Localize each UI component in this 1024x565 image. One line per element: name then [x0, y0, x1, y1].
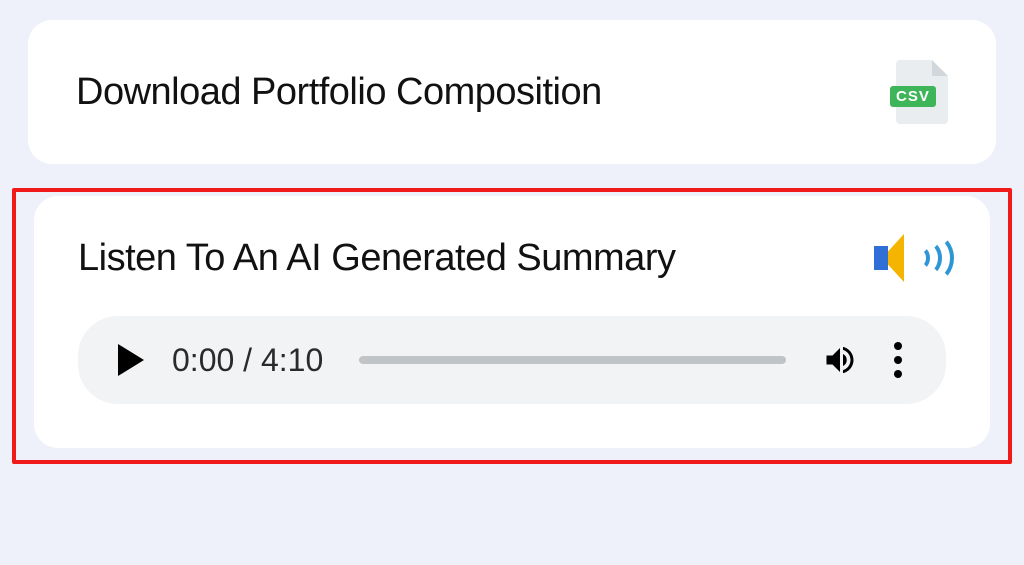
audio-time-display: 0:00 / 4:10 — [172, 342, 323, 379]
summary-highlight-box: Listen To An AI Generated Summary 0:00 /… — [12, 188, 1012, 464]
download-card-title: Download Portfolio Composition — [76, 71, 602, 114]
speaker-body-icon — [874, 234, 914, 282]
summary-card-row: Listen To An AI Generated Summary — [78, 232, 946, 284]
audio-more-menu[interactable] — [886, 338, 910, 382]
volume-button[interactable] — [822, 342, 858, 378]
audio-player: 0:00 / 4:10 — [78, 316, 946, 404]
summary-card-title: Listen To An AI Generated Summary — [78, 237, 675, 280]
speaker-icon — [874, 232, 946, 284]
csv-icon-fold — [932, 60, 948, 76]
download-card-row: Download Portfolio Composition CSV — [76, 60, 948, 124]
audio-current-time: 0:00 — [172, 342, 234, 378]
csv-file-icon[interactable]: CSV — [896, 60, 948, 124]
sound-waves-icon — [916, 234, 944, 282]
audio-time-separator: / — [234, 342, 261, 378]
download-portfolio-card[interactable]: Download Portfolio Composition CSV — [28, 20, 996, 164]
ai-summary-card: Listen To An AI Generated Summary 0:00 /… — [34, 196, 990, 448]
audio-duration: 4:10 — [261, 342, 323, 378]
csv-icon-label: CSV — [890, 86, 936, 107]
play-button[interactable] — [118, 344, 144, 376]
audio-progress-bar[interactable] — [359, 356, 786, 364]
